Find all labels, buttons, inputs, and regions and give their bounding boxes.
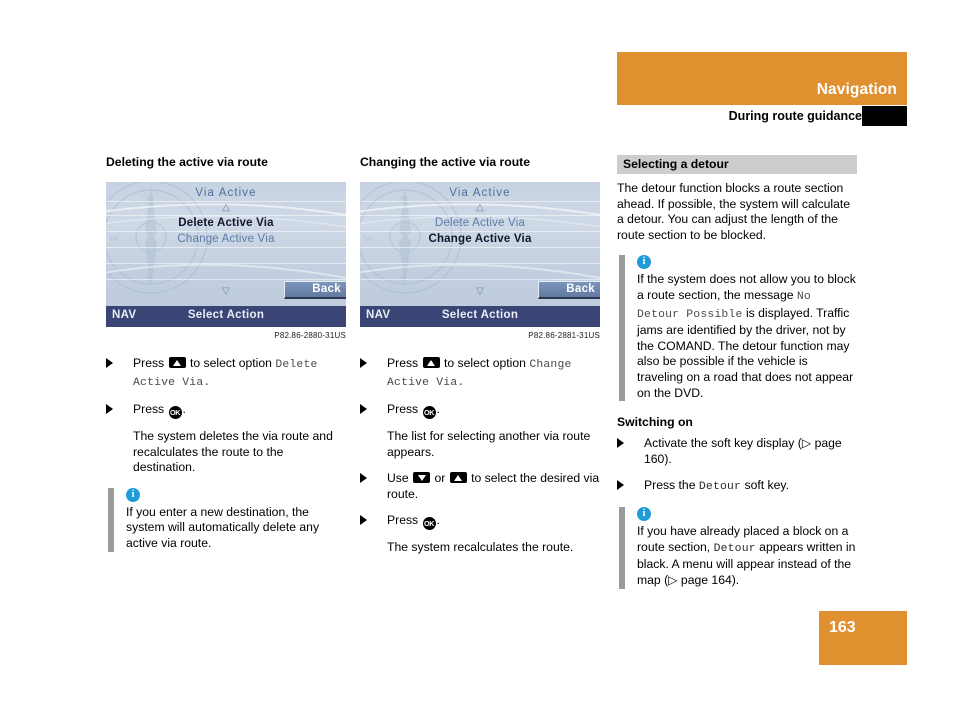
up-arrow-key-icon [422,357,440,368]
up-arrow-key-icon [449,472,467,484]
header-accent-band: Navigation [617,52,907,105]
step-text-pre: Press [133,402,165,416]
step-item: Activate the soft key display (▷ page 16… [617,435,857,467]
step-text-pre: Use [387,471,409,486]
note-text: If you have already placed a block on a … [637,524,857,588]
comand-screen-change-via: N E S W Via Active △ Delete Active Via C… [360,182,600,327]
bullet-triangle-icon [360,515,367,526]
step-result-text: The system deletes the via route and rec… [133,429,333,475]
screen-option-change-active-via[interactable]: Change Active Via [106,233,346,245]
section-title-selecting-a-detour: Selecting a detour [617,155,857,174]
bullet-triangle-icon [106,404,113,414]
scroll-up-indicator-icon: △ [476,202,484,213]
screen-option-change-active-via[interactable]: Change Active Via [360,233,600,245]
bullet-triangle-icon [360,473,367,484]
bullet-triangle-icon [360,404,367,414]
screen-option-delete-active-via[interactable]: Delete Active Via [360,217,600,229]
screen-back-button[interactable]: Back [538,281,600,299]
screen-status-bar: NAV Select Action [360,306,600,327]
screen-status-bar: NAV Select Action [106,306,346,327]
note-text-part1: If the system does not allow you to bloc… [637,272,856,302]
step-text-pre: Press [387,513,419,528]
note-side-bar [619,507,625,589]
chapter-tab-marker [862,106,907,126]
page-number: 163 [829,619,856,636]
screen-back-button[interactable]: Back [284,281,346,299]
info-note: i If you enter a new destination, the sy… [106,487,346,552]
detour-intro-text: The detour function blocks a route secti… [617,181,851,242]
note-side-bar [108,487,114,552]
step-item: Press to select option Delete Active Via… [106,355,346,391]
bullet-triangle-icon [617,438,624,449]
ok-key-icon: OK [422,406,436,419]
step-item: Press the Detour soft key. [617,477,857,495]
step-result-text: The system recalculates the route. [387,540,574,555]
step-text-mid: to select option [189,356,272,370]
info-icon: i [126,487,140,502]
middle-column: Changing the active via route N E S W [360,155,600,566]
bullet-triangle-icon [106,358,113,368]
step-text-or: or [434,471,446,486]
screen-option-delete-active-via[interactable]: Delete Active Via [106,217,346,229]
step-text-mid: to select option [443,356,526,370]
soft-key-name-detour: Detour [698,481,742,494]
note-text: If you enter a new destination, the syst… [126,504,320,550]
bullet-triangle-icon [617,480,624,491]
info-icon: i [637,507,651,522]
note-mono-detour: Detour [713,542,756,555]
info-icon: i [637,255,651,270]
left-column: Deleting the active via route N E S W [106,155,346,552]
ok-key-icon: OK [168,406,182,419]
step-result-text: The list for selecting another via route… [387,429,591,459]
note-text: If the system does not allow you to bloc… [637,272,857,401]
note-side-bar [619,255,625,402]
status-action-label: Select Action [441,309,519,321]
step-item: Press OK. [360,512,600,531]
info-note-detour-black: i If you have already placed a block on … [617,507,857,589]
step-item: Press OK. [360,401,600,419]
bullet-triangle-icon [360,358,367,368]
status-action-label: Select Action [187,309,265,321]
screen-title-via-active: Via Active [449,187,511,199]
page-title: Navigation [816,81,897,98]
middle-column-heading: Changing the active via route [360,155,530,169]
screen-title-via-active: Via Active [195,187,257,199]
left-column-heading: Deleting the active via route [106,155,268,169]
step-item: Use or to select the desired via route. [360,470,600,502]
step-text-post: soft key. [744,478,789,493]
header-subtitle: During route guidance [728,109,862,123]
right-column: Selecting a detour The detour function b… [617,155,857,589]
step-text-post: . [182,402,186,416]
step-text: Activate the soft key display (▷ page 16… [644,436,842,467]
left-steps-list: Press to select option Delete Active Via… [106,355,346,476]
scroll-up-indicator-icon: △ [222,202,230,213]
step-text-pre: Press [387,356,419,370]
page-number-box: 163 [819,611,907,665]
step-text-pre: Press the [644,478,696,493]
up-arrow-key-icon [168,357,186,368]
step-text-pre: Press [387,402,419,416]
subheading-switching-on: Switching on [617,415,693,430]
right-steps-list: Activate the soft key display (▷ page 16… [617,435,857,495]
step-item: Press to select option Change Active Via… [360,355,600,391]
step-text-post: . [436,513,440,528]
info-note-no-detour: i If the system does not allow you to bl… [617,255,857,402]
middle-steps-list: Press to select option Change Active Via… [360,355,600,556]
ok-key-icon: OK [422,517,436,531]
comand-screen-delete-via: N E S W Via Active △ Delete Active Via C… [106,182,346,327]
figure-caption: P82.86-2881-31US [528,331,600,340]
step-item: Press OK. [106,401,346,419]
down-arrow-key-icon [413,472,431,484]
step-text-pre: Press [133,356,165,370]
figure-caption: P82.86-2880-31US [274,331,346,340]
step-text-post: . [436,402,440,416]
